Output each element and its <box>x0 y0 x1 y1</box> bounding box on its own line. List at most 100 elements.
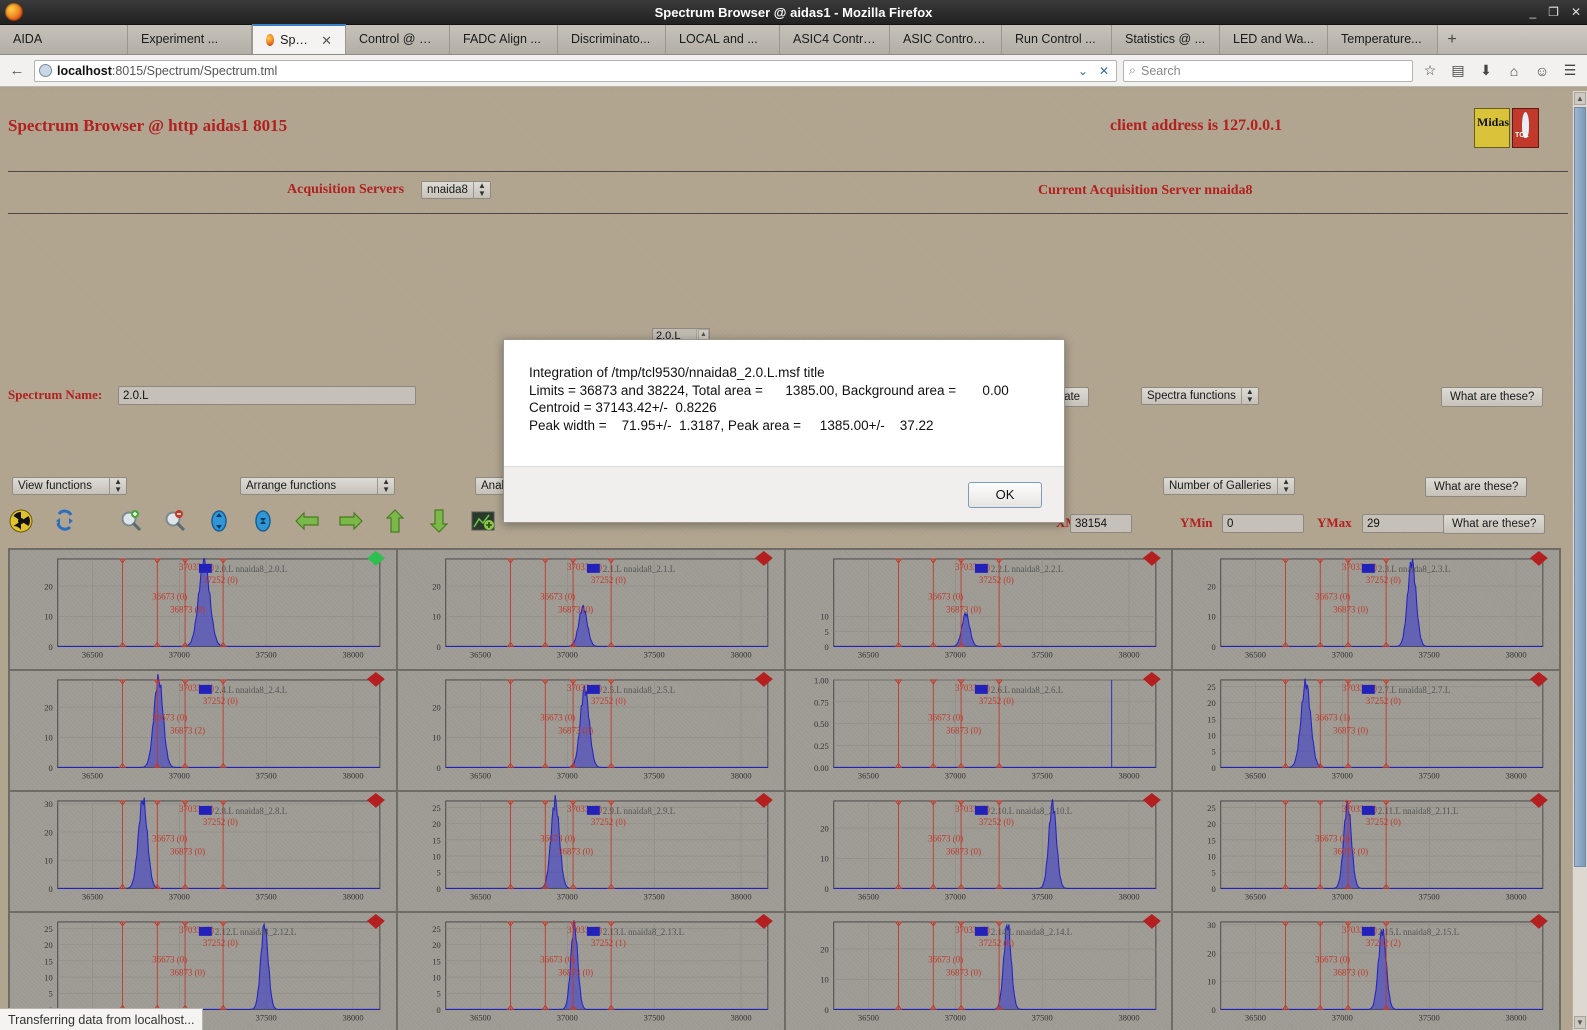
spectrum-plot[interactable]: 0.000.250.500.751.0036500370003750038000… <box>786 671 1172 791</box>
tab-run-control[interactable]: Run Control ... <box>1002 25 1112 54</box>
tab-asic4-contro[interactable]: ASIC4 Contro... <box>780 25 890 54</box>
what-are-these-button-2[interactable]: What are these? <box>1425 477 1527 497</box>
refresh-icon[interactable] <box>52 508 78 534</box>
stop-icon[interactable]: ✕ <box>1096 64 1112 78</box>
spectrum-plot-cell[interactable]: 0.000.250.500.751.0036500370003750038000… <box>785 670 1173 791</box>
plot-status-flag[interactable] <box>1142 672 1160 687</box>
new-tab-button[interactable]: + <box>1438 25 1466 54</box>
spectrum-plot[interactable]: 05101520253650037000375003800037033 (1)3… <box>1173 792 1559 912</box>
spectrum-plot-cell[interactable]: 05101520253650037000375003800037033 (1)3… <box>1172 791 1560 912</box>
acquisition-server-select[interactable]: nnaida8 ▲▼ <box>421 181 491 199</box>
tab-control-ai[interactable]: Control @ ai... <box>346 25 450 54</box>
spectra-functions-select[interactable]: Spectra functions ▲▼ <box>1141 387 1259 405</box>
pocket-icon[interactable]: ☺ <box>1531 60 1553 82</box>
scroll-up-button[interactable]: ▲ <box>1574 92 1586 105</box>
stepper-icon[interactable]: ▲▼ <box>1241 388 1258 405</box>
plot-status-flag[interactable] <box>1530 914 1548 929</box>
spectrum-plot-cell[interactable]: 05101520253650037000375003800037033 (0)3… <box>397 912 785 1030</box>
arrow-left-icon[interactable] <box>294 508 320 534</box>
plot-status-flag[interactable] <box>367 793 385 808</box>
xmax-input[interactable]: 38154 <box>1070 514 1132 533</box>
add-plot-icon[interactable] <box>470 508 496 534</box>
plot-status-flag[interactable] <box>1530 672 1548 687</box>
spectrum-plot-cell[interactable]: 01020303650037000375003800037033 (0)3725… <box>1172 912 1560 1030</box>
tab-close-icon[interactable]: ✕ <box>321 27 332 54</box>
scroll-down-button[interactable]: ▼ <box>1574 1016 1586 1029</box>
number-of-galleries-select[interactable]: Number of Galleries ▲▼ <box>1163 477 1295 495</box>
collapse-vertical-icon[interactable] <box>250 508 276 534</box>
ok-button[interactable]: OK <box>968 482 1042 508</box>
spectrum-name-input[interactable]: 2.0.L <box>118 386 416 405</box>
spectrum-plot[interactable]: 01020303650037000375003800037033 (0)3725… <box>10 792 396 912</box>
back-icon[interactable]: ← <box>6 60 28 82</box>
arrow-right-icon[interactable] <box>338 508 364 534</box>
scroll-thumb[interactable] <box>1574 107 1586 867</box>
spectrum-plot-cell[interactable]: 05101520253650037000375003800037033 (0)3… <box>1172 670 1560 791</box>
what-are-these-button-3[interactable]: What are these? <box>1443 514 1545 534</box>
tab-statistics[interactable]: Statistics @ ... <box>1112 25 1220 54</box>
menu-icon[interactable]: ☰ <box>1559 60 1581 82</box>
expand-vertical-icon[interactable] <box>206 508 232 534</box>
radiation-icon[interactable] <box>8 508 34 534</box>
spectrum-plot-cell[interactable]: 010203650037000375003800037033 (0)37252 … <box>785 912 1173 1030</box>
tab-led-and-wa[interactable]: LED and Wa... <box>1220 25 1328 54</box>
spectrum-plot[interactable]: 010203650037000375003800037033 (0)37252 … <box>398 671 784 791</box>
spectrum-plot-cell[interactable]: 05101520253650037000375003800037033 (0)3… <box>397 791 785 912</box>
stepper-icon[interactable]: ▲▼ <box>109 478 126 495</box>
zoom-in-icon[interactable] <box>118 508 144 534</box>
tab-discriminato[interactable]: Discriminato... <box>558 25 666 54</box>
spectrum-plot[interactable]: 010203650037000375003800037033 (0)37252 … <box>398 550 784 670</box>
tab-temperature[interactable]: Temperature... <box>1328 25 1438 54</box>
plot-status-flag[interactable] <box>755 672 773 687</box>
spectrum-plot[interactable]: 010203650037000375003800037033 (0)37252 … <box>1173 550 1559 670</box>
zoom-out-icon[interactable] <box>162 508 188 534</box>
chevron-down-icon[interactable]: ⌄ <box>1075 64 1091 78</box>
stepper-icon[interactable]: ▲▼ <box>377 478 394 495</box>
plot-status-flag[interactable] <box>1530 793 1548 808</box>
plot-status-flag[interactable] <box>755 793 773 808</box>
spectrum-plot[interactable]: 010203650037000375003800037033 (0)37252 … <box>786 913 1172 1030</box>
plot-status-flag[interactable] <box>1142 793 1160 808</box>
home-icon[interactable]: ⌂ <box>1503 60 1525 82</box>
tab-fadc-align[interactable]: FADC Align ... <box>450 25 558 54</box>
plot-status-flag[interactable] <box>1142 551 1160 566</box>
arrange-functions-select[interactable]: Arrange functions ▲▼ <box>240 477 395 495</box>
what-are-these-button-1[interactable]: What are these? <box>1441 387 1543 407</box>
download-icon[interactable]: ⬇ <box>1475 60 1497 82</box>
spectrum-plot-cell[interactable]: 010203650037000375003800037033 (0)37252 … <box>1172 549 1560 670</box>
spectrum-plot-cell[interactable]: 010203650037000375003800037033 (0)37252 … <box>397 670 785 791</box>
url-bar[interactable]: localhost:8015/Spectrum/Spectrum.tml ⌄ ✕ <box>34 60 1117 82</box>
spectrum-plot-cell[interactable]: 010203650037000375003800037033 (0)37252 … <box>9 549 397 670</box>
plot-status-flag[interactable] <box>755 551 773 566</box>
ymax-input[interactable]: 29 <box>1362 514 1444 533</box>
spectrum-plot-cell[interactable]: 01020303650037000375003800037033 (0)3725… <box>9 791 397 912</box>
arrow-up-icon[interactable] <box>382 508 408 534</box>
spectrum-plot[interactable]: 05101520253650037000375003800037033 (0)3… <box>398 792 784 912</box>
view-functions-select[interactable]: View functions ▲▼ <box>12 477 127 495</box>
tab-asic-control[interactable]: ASIC Control ... <box>890 25 1002 54</box>
plot-status-flag[interactable] <box>755 914 773 929</box>
spectrum-plot[interactable]: 05103650037000375003800037033 (0)37252 (… <box>786 550 1172 670</box>
tab-spectr[interactable]: Spectr...✕ <box>252 24 346 54</box>
tab-local-and[interactable]: LOCAL and ... <box>666 25 780 54</box>
page-scrollbar[interactable]: ▲ ▼ <box>1572 91 1587 1030</box>
spectrum-plot[interactable]: 010203650037000375003800037033 (0)37252 … <box>10 550 396 670</box>
spectrum-plot[interactable]: 05101520253650037000375003800037033 (0)3… <box>1173 671 1559 791</box>
spectrum-plot-cell[interactable]: 010203650037000375003800037033 (0)37252 … <box>397 549 785 670</box>
plot-status-flag[interactable] <box>367 914 385 929</box>
maximize-button[interactable]: ❐ <box>1548 5 1559 19</box>
tab-experiment[interactable]: Experiment ... <box>128 25 252 54</box>
spectrum-plot[interactable]: 010203650037000375003800037033 (0)37252 … <box>786 792 1172 912</box>
stepper-icon[interactable]: ▲▼ <box>473 182 490 199</box>
spectrum-plot-cell[interactable]: 010203650037000375003800037033 (0)37252 … <box>9 670 397 791</box>
spectrum-plot[interactable]: 05101520253650037000375003800037033 (0)3… <box>398 913 784 1030</box>
plot-status-flag[interactable] <box>1530 551 1548 566</box>
spectrum-plot[interactable]: 010203650037000375003800037033 (0)37252 … <box>10 671 396 791</box>
spectrum-plot[interactable]: 01020303650037000375003800037033 (0)3725… <box>1173 913 1559 1030</box>
reader-icon[interactable]: ▤ <box>1447 60 1469 82</box>
minimize-button[interactable]: _ <box>1529 5 1536 19</box>
stepper-icon[interactable]: ▲▼ <box>1277 478 1294 495</box>
star-icon[interactable]: ☆ <box>1419 60 1441 82</box>
spectrum-plot-cell[interactable]: 010203650037000375003800037033 (0)37252 … <box>785 791 1173 912</box>
plot-status-flag[interactable] <box>367 551 385 566</box>
